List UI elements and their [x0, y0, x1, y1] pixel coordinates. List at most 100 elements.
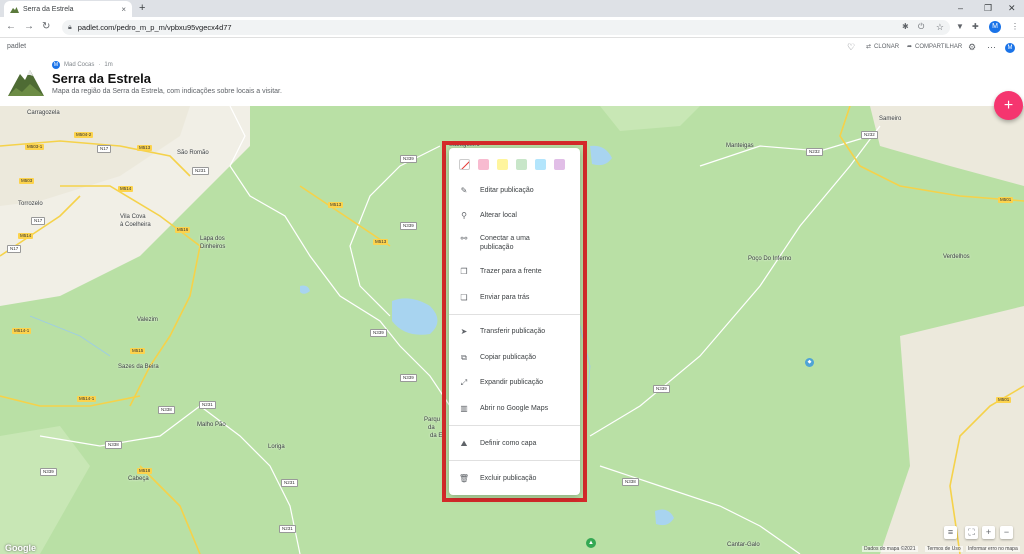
- heart-icon[interactable]: ♡: [847, 42, 855, 53]
- expand-icon: ⤢: [460, 378, 468, 387]
- padlet-brand[interactable]: padlet: [7, 43, 26, 50]
- author-line: M Mad Cocas · 1m: [52, 61, 113, 69]
- new-tab-button[interactable]: +: [139, 1, 145, 16]
- menu-item-transfer[interactable]: ➤ Transferir publicação: [458, 327, 560, 336]
- tab-close-icon[interactable]: ×: [121, 5, 126, 14]
- map-place-label: Manteigas: [726, 143, 754, 149]
- menu-item-label: Transferir publicação: [480, 328, 546, 335]
- map-zoom-in-button[interactable]: +: [982, 526, 995, 539]
- road-number-label: N339: [40, 468, 57, 476]
- road-number-label: M513: [137, 145, 153, 151]
- road-number-label: N231: [279, 525, 296, 533]
- road-number-label: N338: [105, 441, 122, 449]
- browser-tab[interactable]: Serra da Estrela ×: [4, 1, 132, 17]
- color-swatch-purple[interactable]: [554, 159, 565, 170]
- reload-icon[interactable]: ↻: [42, 20, 50, 34]
- color-swatch-yellow[interactable]: [497, 159, 508, 170]
- road-number-label: N338: [158, 406, 175, 414]
- share-button[interactable]: ➦ COMPARTILHAR: [907, 43, 963, 51]
- menu-item-label: Conectar a uma publicação: [480, 235, 530, 251]
- map-place-label: Sameiro: [879, 116, 902, 122]
- location-pin-icon: ⚲: [461, 211, 467, 220]
- menu-divider: [449, 425, 580, 426]
- map-report-error-link[interactable]: Informar erro no mapa: [966, 546, 1020, 552]
- padlet-profile-avatar[interactable]: M: [1005, 43, 1015, 53]
- minimize-window-button[interactable]: –: [958, 1, 963, 15]
- share-icon: ➦: [907, 44, 913, 50]
- menu-item-google-maps[interactable]: ▥ Abrir no Google Maps: [458, 404, 560, 413]
- map-place-label: da E: [430, 433, 443, 439]
- share-label: COMPARTILHAR: [915, 43, 963, 50]
- post-time: 1m: [104, 62, 113, 68]
- author-separator: ·: [98, 62, 101, 68]
- close-window-button[interactable]: ✕: [1008, 1, 1016, 15]
- link-icon: ⚯: [460, 234, 468, 243]
- menu-item-location[interactable]: ⚲ Alterar local: [458, 211, 560, 220]
- back-arrow-icon[interactable]: ←: [6, 20, 16, 34]
- map-place-label: à Coelheira: [120, 222, 151, 228]
- road-number-label: M503: [19, 178, 35, 184]
- menu-item-set-cover[interactable]: ⛰ Definir como capa: [458, 439, 560, 448]
- map-data-attribution: Dados do mapa ©2021: [862, 546, 918, 552]
- road-number-label: M514: [118, 186, 134, 192]
- map-zoom-out-button[interactable]: −: [1000, 526, 1013, 539]
- menu-item-label: Excluir publicação: [480, 475, 537, 482]
- extension-filter-icon[interactable]: ▼: [956, 21, 964, 33]
- color-swatch-none[interactable]: [459, 159, 470, 170]
- map-place-label: Cantar-Galo: [727, 542, 760, 548]
- clone-button[interactable]: ⇄ CLONAR: [866, 43, 899, 51]
- mountain-cover-icon: [8, 70, 44, 96]
- road-number-label: N339: [653, 385, 670, 393]
- forward-arrow-icon[interactable]: →: [24, 20, 34, 34]
- menu-item-label: Editar publicação: [480, 187, 534, 194]
- add-post-button[interactable]: +: [994, 91, 1023, 120]
- padlet-header: padlet M Mad Cocas · 1m Serra da Estrela…: [0, 38, 1024, 106]
- padlet-favicon-icon: [10, 6, 19, 13]
- more-options-icon[interactable]: ⋯: [987, 42, 996, 53]
- map-place-label: Cabeça: [128, 476, 149, 482]
- road-number-label: N231: [192, 167, 209, 175]
- map-legend-button[interactable]: ≡: [944, 526, 957, 539]
- map-place-label: Loriga: [268, 444, 285, 450]
- extensions-puzzle-icon[interactable]: ✚: [972, 21, 979, 33]
- road-number-label: N232: [806, 148, 823, 156]
- copy-icon: ⧉: [461, 353, 467, 362]
- map-marker-waterfall-icon[interactable]: ◆: [805, 358, 814, 367]
- extension-power-icon[interactable]: ⏻: [918, 21, 924, 33]
- map-marker-tree-icon[interactable]: ▲: [586, 538, 596, 548]
- map-icon: ▥: [460, 404, 468, 413]
- map-place-label: Carragozela: [27, 110, 60, 116]
- menu-divider: [449, 460, 580, 461]
- browser-tab-title: Serra da Estrela: [23, 5, 74, 13]
- menu-divider: [449, 314, 580, 315]
- menu-item-label: Abrir no Google Maps: [480, 405, 549, 412]
- browser-profile-avatar[interactable]: M: [989, 21, 1001, 33]
- map-place-label: São Romão: [177, 150, 209, 156]
- address-bar[interactable]: 🔒︎ padlet.com/pedro_m_p_m/vpbxu95vgecx4d…: [62, 20, 950, 35]
- landscape-icon: ⛰: [460, 439, 468, 448]
- road-number-label: M513: [328, 202, 344, 208]
- send-back-icon: ❏: [460, 293, 468, 302]
- map-terms-link[interactable]: Termos de Uso: [925, 546, 963, 552]
- color-swatch-green[interactable]: [516, 159, 527, 170]
- road-number-label: N339: [400, 222, 417, 230]
- menu-item-connect[interactable]: ⚯ Conectar a uma publicação: [458, 234, 560, 252]
- map-fullscreen-button[interactable]: ⛶: [965, 526, 978, 539]
- maximize-window-button[interactable]: ❐: [984, 1, 992, 15]
- menu-item-edit[interactable]: ✎ Editar publicação: [458, 186, 560, 195]
- color-swatch-pink[interactable]: [478, 159, 489, 170]
- road-number-label: N232: [861, 131, 878, 139]
- road-number-label: N339: [400, 374, 417, 382]
- bookmark-star-icon[interactable]: ☆: [936, 22, 944, 33]
- menu-item-bring-front[interactable]: ❐ Trazer para a frente: [458, 267, 560, 276]
- road-number-label: M501: [998, 197, 1014, 203]
- menu-item-send-back[interactable]: ❏ Enviar para trás: [458, 293, 560, 302]
- settings-gear-icon[interactable]: ⚙: [968, 42, 976, 53]
- menu-item-expand[interactable]: ⤢ Expandir publicação: [458, 378, 560, 387]
- menu-item-copy[interactable]: ⧉ Copiar publicação: [458, 353, 560, 362]
- extension-bug-icon[interactable]: ✱: [902, 21, 909, 33]
- menu-item-delete[interactable]: 🗑︎ Excluir publicação: [458, 474, 560, 483]
- browser-menu-icon[interactable]: ⋮: [1011, 21, 1019, 33]
- color-swatch-blue[interactable]: [535, 159, 546, 170]
- map-place-label: Valezim: [137, 317, 158, 323]
